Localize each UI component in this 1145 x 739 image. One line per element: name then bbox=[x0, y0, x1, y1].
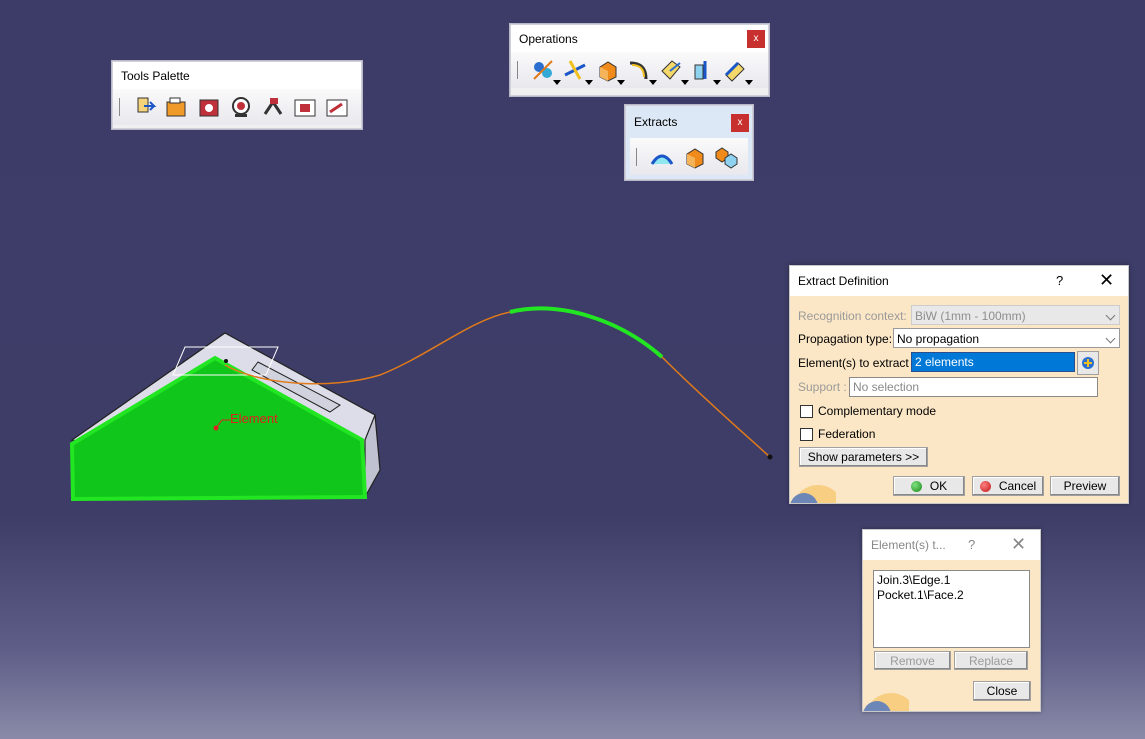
extract-icon[interactable] bbox=[594, 57, 625, 85]
work-on-support-icon[interactable] bbox=[292, 94, 318, 120]
recognition-context-value: BiW (1mm - 100mm) bbox=[915, 309, 1026, 323]
dialog-title: Element(s) t... bbox=[871, 538, 946, 552]
checkbox-box[interactable] bbox=[800, 427, 813, 441]
highlighted-edge bbox=[509, 306, 664, 359]
close-button[interactable]: ✕ bbox=[1099, 270, 1114, 291]
annotation-anchor bbox=[213, 425, 219, 431]
replace-button[interactable]: Replace bbox=[954, 651, 1028, 670]
propagation-type-combo[interactable]: No propagation bbox=[893, 328, 1120, 348]
dialog-title: Extract Definition bbox=[798, 274, 889, 288]
highlighted-face bbox=[69, 355, 368, 502]
split-tool-icon[interactable] bbox=[260, 94, 286, 120]
create-datum-icon[interactable] bbox=[196, 94, 222, 120]
ok-label: OK bbox=[929, 479, 948, 493]
checkbox-box[interactable] bbox=[800, 404, 813, 418]
curve-endpoint bbox=[767, 454, 773, 460]
toolbar-body bbox=[113, 89, 361, 125]
catia-logo-icon bbox=[790, 485, 836, 503]
toolbar-grip[interactable] bbox=[517, 61, 520, 79]
complementary-mode-checkbox[interactable]: Complementary mode bbox=[800, 404, 936, 418]
join-healing-icon[interactable] bbox=[530, 57, 561, 85]
toolbar-body bbox=[630, 138, 748, 175]
elements-to-extract-field[interactable]: 2 elements bbox=[911, 352, 1075, 372]
recognition-context-label: Recognition context: bbox=[798, 308, 907, 323]
curve-startpoint bbox=[224, 359, 228, 363]
dialog-title-bar[interactable]: Element(s) t... ? ✕ bbox=[863, 530, 1040, 560]
fillet-icon[interactable] bbox=[626, 57, 657, 85]
element-list-icon bbox=[1082, 357, 1094, 369]
list-item[interactable]: Join.3\Edge.1 bbox=[877, 573, 1026, 588]
toolbar-title-text: Operations bbox=[519, 31, 578, 46]
elements-to-extract-label: Element(s) to extract bbox=[798, 355, 909, 370]
recognition-context-combo: BiW (1mm - 100mm) bbox=[911, 305, 1120, 325]
toolbar-title[interactable]: Extracts x bbox=[626, 106, 752, 138]
propagation-type-value: No propagation bbox=[897, 332, 980, 346]
transformation-icon[interactable] bbox=[658, 57, 689, 85]
open-catalog-icon[interactable] bbox=[164, 94, 190, 120]
multiple-extract-icon[interactable] bbox=[713, 144, 739, 170]
chevron-down-icon bbox=[1105, 333, 1116, 344]
close-dialog-button[interactable]: Close bbox=[973, 681, 1031, 701]
annotation-label: Element bbox=[230, 411, 278, 426]
close-button[interactable]: ✕ bbox=[1011, 534, 1026, 555]
toolbar-title[interactable]: Tools Palette bbox=[113, 62, 361, 89]
close-icon[interactable]: x bbox=[731, 114, 749, 132]
close-icon[interactable]: x bbox=[747, 30, 765, 48]
chevron-down-icon bbox=[1105, 310, 1116, 321]
elements-to-extract-row: Element(s) to extract bbox=[798, 352, 909, 373]
extract-icon[interactable] bbox=[681, 144, 707, 170]
propagation-type-label: Propagation type: bbox=[798, 331, 893, 346]
recognition-context-row: Recognition context: bbox=[798, 305, 907, 326]
toolbar-grip[interactable] bbox=[636, 147, 639, 166]
support-row: Support : bbox=[798, 376, 847, 397]
cancel-icon bbox=[979, 480, 991, 492]
extracts-toolbar: Extracts x bbox=[625, 105, 753, 180]
toolbar-grip[interactable] bbox=[119, 98, 122, 116]
dialog-title-bar[interactable]: Extract Definition ? ✕ bbox=[790, 266, 1128, 296]
insert-in-new-body-icon[interactable] bbox=[228, 94, 254, 120]
boundary-icon[interactable] bbox=[649, 144, 675, 170]
help-button[interactable]: ? bbox=[1056, 273, 1063, 288]
remove-button[interactable]: Remove bbox=[874, 651, 951, 670]
support-field[interactable]: No selection bbox=[849, 377, 1098, 397]
federation-label: Federation bbox=[818, 427, 876, 441]
federation-checkbox[interactable]: Federation bbox=[800, 427, 875, 441]
support-label: Support : bbox=[798, 379, 847, 394]
boundary-icon[interactable] bbox=[722, 57, 753, 85]
toolbar-title-text: Extracts bbox=[634, 115, 678, 129]
trim-split-icon[interactable] bbox=[562, 57, 593, 85]
cancel-label: Cancel bbox=[998, 479, 1037, 493]
catia-logo-icon bbox=[863, 693, 909, 711]
toolbar-title[interactable]: Operations x bbox=[511, 25, 768, 52]
ok-button[interactable]: OK bbox=[893, 476, 965, 496]
element-list-button[interactable] bbox=[1077, 351, 1099, 375]
cancel-button[interactable]: Cancel bbox=[972, 476, 1044, 496]
extract-definition-dialog: Extract Definition ? ✕ Recognition conte… bbox=[789, 265, 1129, 504]
ok-icon bbox=[910, 480, 922, 492]
toolbar-body bbox=[511, 52, 768, 88]
help-button[interactable]: ? bbox=[968, 537, 975, 552]
extrapolate-icon[interactable] bbox=[690, 57, 721, 85]
scan-or-define-in-work-object-icon[interactable] bbox=[132, 94, 158, 120]
operations-toolbar: Operations x bbox=[510, 24, 769, 96]
tools-palette-toolbar: Tools Palette bbox=[112, 61, 362, 129]
list-item[interactable]: Pocket.1\Face.2 bbox=[877, 588, 1026, 603]
complementary-mode-label: Complementary mode bbox=[818, 404, 937, 418]
snap-to-point-icon[interactable] bbox=[324, 94, 350, 120]
elements-listbox[interactable]: Join.3\Edge.1 Pocket.1\Face.2 bbox=[873, 570, 1030, 648]
elements-list-dialog: Element(s) t... ? ✕ Join.3\Edge.1 Pocket… bbox=[862, 529, 1041, 712]
show-parameters-button[interactable]: Show parameters >> bbox=[799, 447, 928, 467]
propagation-type-row: Propagation type: bbox=[798, 328, 892, 349]
preview-button[interactable]: Preview bbox=[1050, 476, 1120, 496]
